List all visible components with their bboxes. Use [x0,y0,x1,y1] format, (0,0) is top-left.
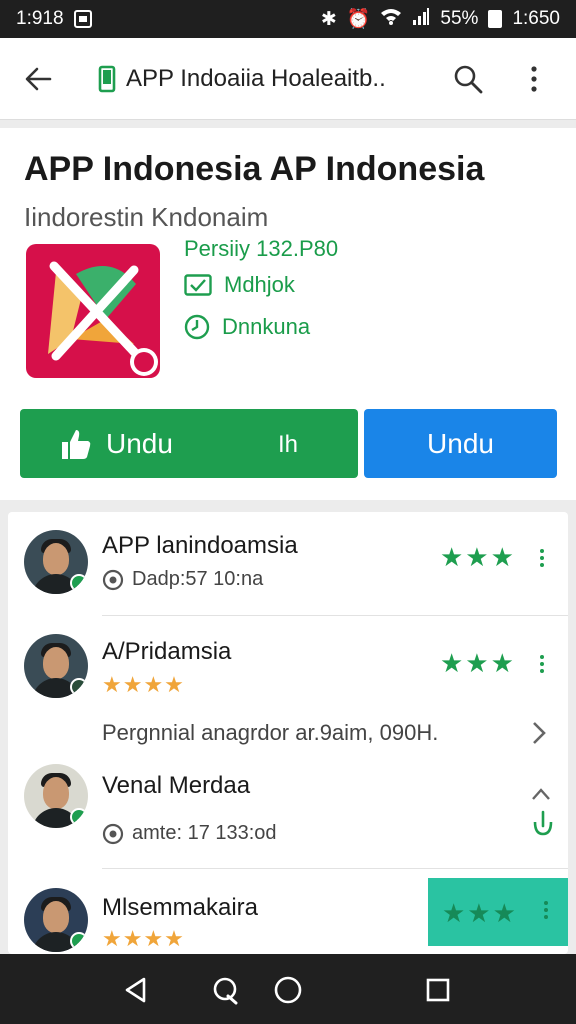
system-nav-bar [0,954,576,1024]
review-meta: Dadp:57 10:na [102,568,263,591]
avatar [24,764,88,828]
install-secondary-label: Ih [278,431,299,458]
app-icon [26,244,160,378]
back-triangle-icon[interactable] [120,974,152,1006]
recents-square-icon[interactable] [422,974,454,1006]
rating-stars-gold: ★★★★ [102,926,185,951]
chevron-right-icon[interactable] [530,720,548,746]
list-item[interactable]: A/Pridamsia ★★★★ ★★★ Pergnnial anagrdor … [8,616,568,766]
chrome-icon [102,823,124,844]
status-time-right: 1:650 [512,8,560,29]
search-button[interactable] [450,61,486,97]
alarm-icon: ⏰ [346,9,371,30]
wifi-icon [380,7,402,31]
list-item[interactable]: APP lanindoamsia Dadp:57 10:na ★★★ [8,512,568,616]
more-options-button[interactable] [534,652,550,680]
clock-icon [184,314,210,340]
battery-percent: 55% [440,8,479,29]
avatar [24,530,88,594]
highlighted-rating[interactable]: ★★★ [428,878,568,946]
home-circle-icon[interactable] [272,974,304,1006]
more-vert-icon [531,65,537,92]
thumbs-up-icon [62,429,91,459]
battery-icon [488,10,503,28]
bluetooth-icon: ✱ [320,8,337,30]
review-meta: amte: 17 133:od [102,822,277,845]
phone-icon [98,65,116,92]
list-item[interactable]: Venal Merdaa amte: 17 133:od [8,758,568,869]
rating-stars-gold: ★★★★ [102,672,185,697]
app-downloads-meta: Dnnkuna [184,314,310,340]
status-bar: 1:918 ✱ ⏰ 55% 1:650 [0,0,576,38]
back-arrow-icon [25,67,52,90]
app-version: Persiiy 132.P80 [184,236,339,261]
app-subtitle: Iindorestin Kndonaim [24,202,269,232]
status-time-left: 1:918 [16,8,64,29]
avatar [24,634,88,698]
app-title: APP Indonesia AP Indonesia [24,150,485,188]
app-bar: APP Indoaiia Hoaleaitb.. [0,38,576,120]
more-options-button[interactable] [516,61,552,97]
rating-stars: ★★★ [440,648,516,678]
search-icon [454,65,483,93]
install-button[interactable]: Undu Ih [20,409,358,478]
checkbox-icon [184,274,212,296]
review-comment: Pergnnial anagrdor ar.9aim, 090H. [102,720,439,745]
app-rating-meta: Mdhjok [184,272,295,298]
chevron-up-icon[interactable] [530,786,552,802]
signal-icon [412,7,430,31]
reviewer-name: APP lanindoamsia [102,532,298,559]
rating-stars: ★★★ [442,898,518,928]
reviewer-name: Venal Merdaa [102,772,251,799]
assistant-icon[interactable] [210,974,242,1006]
more-options-button[interactable] [538,898,554,926]
back-button[interactable] [18,59,58,99]
reviews-list: APP lanindoamsia Dadp:57 10:na ★★★ A/Pri… [8,512,568,954]
open-label: Undu [427,427,494,459]
install-label: Undu [106,427,173,459]
chrome-icon [102,569,124,590]
rating-stars: ★★★ [440,542,516,572]
avatar [24,888,88,952]
app-header-card: APP Indonesia AP Indonesia Iindorestin K… [0,128,576,500]
open-button[interactable]: Undu [364,409,557,478]
reviewer-name: Mlsemmakaira [102,894,259,921]
touch-icon[interactable] [530,808,556,838]
notification-icon [73,10,92,28]
reviewer-name: A/Pridamsia [102,638,232,665]
app-bar-title: APP Indoaiia Hoaleaitb.. [126,64,386,92]
more-options-button[interactable] [534,546,550,574]
